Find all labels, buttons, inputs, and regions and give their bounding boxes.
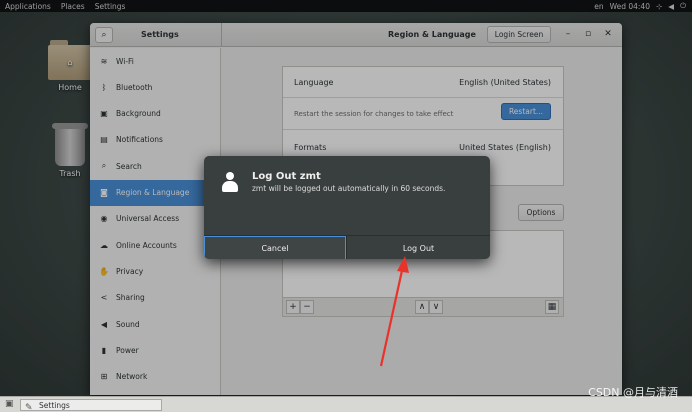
arrow-head — [397, 256, 409, 273]
arrow-shaft — [379, 265, 405, 367]
red-arrow-annotation — [379, 256, 409, 367]
settings-tool-icon: ✎ — [25, 403, 33, 412]
taskbar-item-label: Settings — [39, 400, 70, 410]
show-desktop-icon[interactable]: ▣ — [5, 399, 14, 409]
watermark: CSDN @月与清酒 — [588, 386, 678, 399]
taskbar-item-settings[interactable]: ✎ Settings — [20, 399, 162, 412]
